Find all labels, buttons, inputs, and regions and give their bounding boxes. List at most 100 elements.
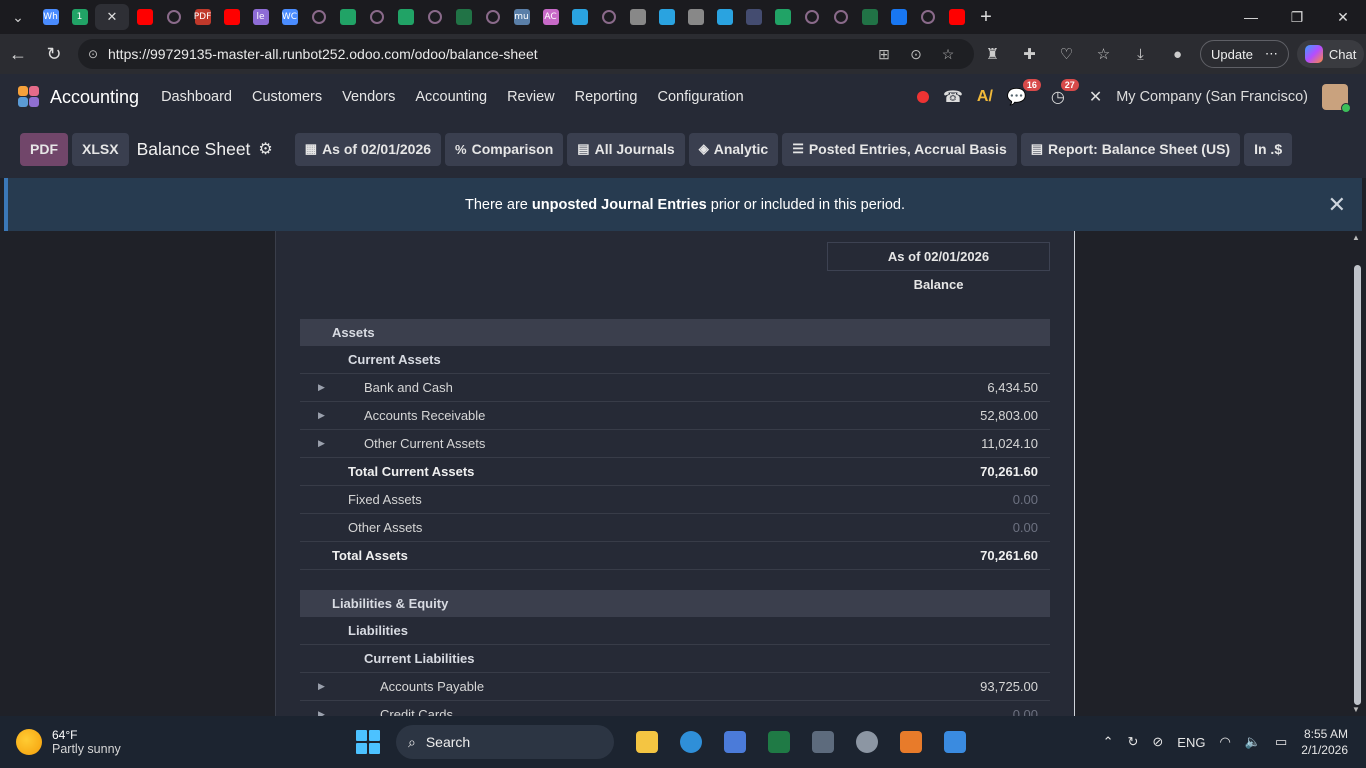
- row-label[interactable]: Other Current Assets: [300, 436, 850, 451]
- browser-tab[interactable]: [769, 4, 796, 30]
- app-name[interactable]: Accounting: [50, 87, 139, 108]
- scrollbar-thumb[interactable]: [1354, 265, 1361, 705]
- extension-icon[interactable]: ♜: [974, 45, 1011, 63]
- browser-tab[interactable]: [392, 4, 419, 30]
- browser-tab[interactable]: WC: [276, 4, 303, 30]
- ai-icon[interactable]: A/: [977, 88, 993, 106]
- volume-icon[interactable]: 🔈: [1245, 734, 1261, 750]
- browser-tab[interactable]: [711, 4, 738, 30]
- browser-essentials-icon[interactable]: ♡: [1048, 45, 1085, 63]
- phone-icon[interactable]: ☎: [943, 87, 963, 107]
- downloads-icon[interactable]: ⤓: [1122, 46, 1159, 63]
- filter-button[interactable]: ▤ Report: Balance Sheet (US): [1020, 132, 1241, 166]
- browser-tab[interactable]: [450, 4, 477, 30]
- browser-tab[interactable]: [914, 4, 941, 30]
- scroll-up-icon[interactable]: ▲: [1352, 233, 1360, 242]
- close-tab-icon[interactable]: ✕: [107, 9, 118, 25]
- paint-icon[interactable]: [944, 731, 966, 753]
- xlsx-button[interactable]: XLSX: [72, 132, 129, 166]
- menu-vendors[interactable]: Vendors: [342, 89, 395, 105]
- app-icon[interactable]: [900, 731, 922, 753]
- browser-tab[interactable]: [798, 4, 825, 30]
- weather-widget[interactable]: 64°F Partly sunny: [0, 728, 300, 756]
- close-window-button[interactable]: ✕: [1320, 9, 1366, 26]
- excel-icon[interactable]: [768, 731, 790, 753]
- browser-tab[interactable]: [653, 4, 680, 30]
- profile-icon[interactable]: ●: [1159, 46, 1196, 63]
- row-balance[interactable]: 52,803.00: [850, 408, 1050, 423]
- more-menu-icon[interactable]: ⋯: [1265, 46, 1278, 62]
- network-off-icon[interactable]: ⊘: [1152, 734, 1163, 750]
- language-indicator[interactable]: ENG: [1177, 735, 1205, 750]
- filter-button[interactable]: In .$: [1244, 132, 1293, 166]
- edge-icon[interactable]: [680, 731, 702, 753]
- tab-actions-menu[interactable]: ⌄: [0, 0, 36, 34]
- browser-tab[interactable]: AC: [537, 4, 564, 30]
- menu-configuration[interactable]: Configuration: [658, 89, 744, 105]
- row-balance[interactable]: 0.00: [850, 520, 1050, 535]
- row-label[interactable]: Credit Cards: [300, 707, 850, 716]
- expand-caret-icon[interactable]: ▶: [318, 438, 325, 449]
- expand-caret-icon[interactable]: ▶: [318, 681, 325, 692]
- menu-accounting[interactable]: Accounting: [415, 89, 487, 105]
- menu-dashboard[interactable]: Dashboard: [161, 89, 232, 105]
- row-balance[interactable]: 6,434.50: [850, 380, 1050, 395]
- row-label[interactable]: Accounts Payable: [300, 679, 850, 694]
- company-switcher[interactable]: My Company (San Francisco): [1116, 89, 1308, 105]
- menu-review[interactable]: Review: [507, 89, 555, 105]
- recording-indicator-icon[interactable]: [916, 91, 929, 103]
- file-explorer-icon[interactable]: [636, 731, 658, 753]
- browser-tab[interactable]: [566, 4, 593, 30]
- row-balance[interactable]: 0.00: [850, 707, 1050, 716]
- taskbar-search[interactable]: ⌕ Search: [396, 725, 614, 759]
- row-balance[interactable]: 93,725.00: [850, 679, 1050, 694]
- reload-button[interactable]: ↻: [36, 44, 72, 65]
- browser-tab[interactable]: [218, 4, 245, 30]
- row-balance[interactable]: 0.00: [850, 492, 1050, 507]
- row-balance[interactable]: 70,261.60: [850, 548, 1050, 563]
- browser-tab[interactable]: [479, 4, 506, 30]
- browser-tab[interactable]: [682, 4, 709, 30]
- browser-tab[interactable]: le: [247, 4, 274, 30]
- tools-icon[interactable]: ✕: [1089, 87, 1102, 107]
- browser-tab[interactable]: [740, 4, 767, 30]
- maximize-button[interactable]: ❐: [1274, 9, 1320, 26]
- clock[interactable]: 8:55 AM 2/1/2026: [1301, 726, 1348, 758]
- browser-tab[interactable]: mu: [508, 4, 535, 30]
- browser-tab[interactable]: [624, 4, 651, 30]
- expand-caret-icon[interactable]: ▶: [318, 382, 325, 393]
- row-label[interactable]: Bank and Cash: [300, 380, 850, 395]
- favorites-icon[interactable]: ☆: [1085, 45, 1122, 63]
- browser-tab[interactable]: [305, 4, 332, 30]
- more-tools-icon[interactable]: ⊙: [900, 46, 932, 63]
- battery-icon[interactable]: ▭: [1275, 734, 1287, 750]
- browser-tab[interactable]: 1: [66, 4, 93, 30]
- row-label[interactable]: Accounts Receivable: [300, 408, 850, 423]
- filter-button[interactable]: ▤ All Journals: [567, 132, 685, 166]
- browser-tab[interactable]: PDF: [189, 4, 216, 30]
- minimize-button[interactable]: —: [1228, 9, 1274, 26]
- extensions-puzzle-icon[interactable]: ✚: [1011, 45, 1048, 63]
- wifi-icon[interactable]: ◠: [1219, 734, 1230, 750]
- gear-icon[interactable]: ⚙: [258, 139, 272, 159]
- report-row[interactable]: ▶ Accounts Payable 93,725.00: [300, 673, 1050, 701]
- expand-caret-icon[interactable]: ▶: [318, 709, 325, 716]
- url-text[interactable]: https://99729135-master-all.runbot252.od…: [108, 46, 868, 62]
- report-row[interactable]: ▶ Bank and Cash 6,434.50: [300, 374, 1050, 402]
- browser-tab[interactable]: [160, 4, 187, 30]
- browser-tab[interactable]: [943, 4, 970, 30]
- accounting-app-icon[interactable]: [18, 86, 40, 108]
- store-icon[interactable]: [724, 731, 746, 753]
- browser-tab[interactable]: [131, 4, 158, 30]
- browser-tab[interactable]: [856, 4, 883, 30]
- filter-button[interactable]: ▦ As of 02/01/2026: [294, 132, 442, 166]
- browser-tab-active[interactable]: ✕: [95, 4, 129, 30]
- filter-button[interactable]: % Comparison: [445, 132, 564, 166]
- column-header-date[interactable]: As of 02/01/2026: [827, 242, 1050, 271]
- activities-icon[interactable]: ◷ 27: [1051, 79, 1079, 107]
- report-row[interactable]: ▶ Accounts Receivable 52,803.00: [300, 402, 1050, 430]
- expand-caret-icon[interactable]: ▶: [318, 410, 325, 421]
- browser-tab[interactable]: [421, 4, 448, 30]
- report-row[interactable]: ▶ Other Current Assets 11,024.10: [300, 430, 1050, 458]
- row-balance[interactable]: 70,261.60: [850, 464, 1050, 479]
